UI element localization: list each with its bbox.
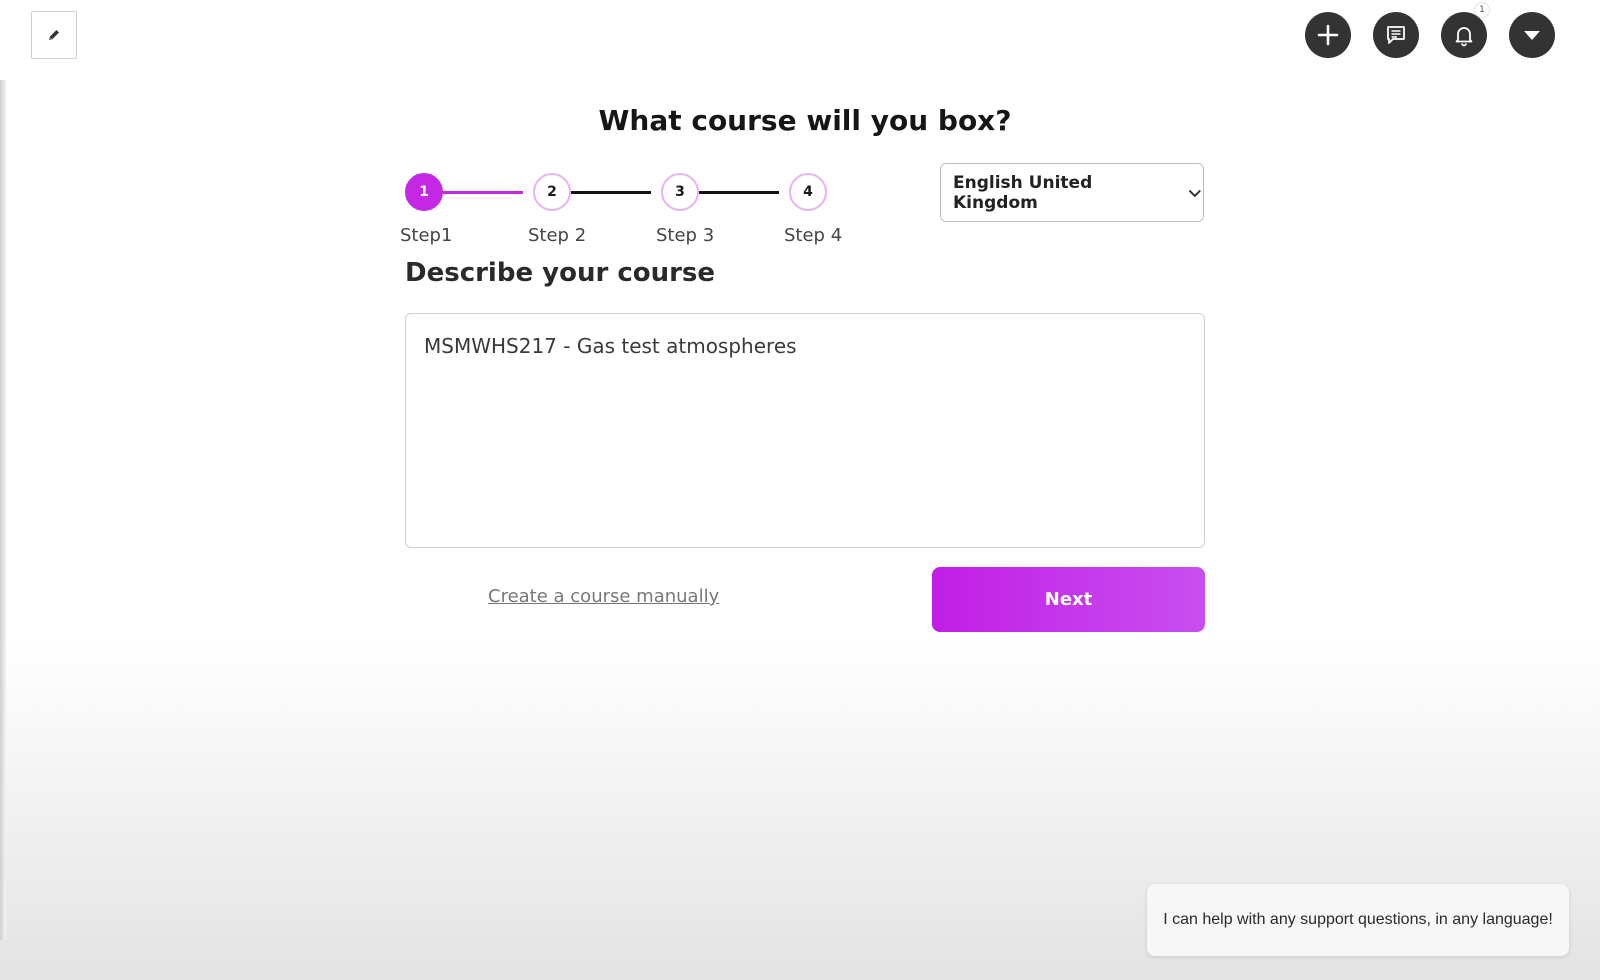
- support-message: I can help with any support questions, i…: [1163, 911, 1553, 928]
- section-title: Describe your course: [405, 258, 716, 288]
- chevron-down-icon: [1189, 189, 1202, 197]
- course-description-input[interactable]: MSMWHS217 - Gas test atmospheres: [405, 313, 1205, 548]
- support-chat-bubble[interactable]: I can help with any support questions, i…: [1147, 884, 1569, 956]
- step-3-number: 3: [675, 184, 685, 200]
- edit-button[interactable]: [31, 11, 77, 59]
- notification-badge: 1: [1474, 2, 1490, 18]
- top-actions: 1: [1305, 2, 1555, 58]
- step-2-indicator[interactable]: 2: [533, 173, 571, 211]
- step-connector-1: [443, 191, 523, 194]
- language-select[interactable]: English United Kingdom: [940, 163, 1204, 222]
- step-connector-2: [571, 191, 651, 194]
- next-button[interactable]: Next: [932, 567, 1205, 632]
- pencil-icon: [49, 30, 59, 40]
- step-1-number: 1: [419, 184, 429, 200]
- step-4-label: Step 4: [784, 225, 843, 246]
- language-selected-value: English United Kingdom: [953, 172, 1093, 213]
- notifications-button[interactable]: 1: [1441, 2, 1490, 58]
- step-1-indicator[interactable]: 1: [405, 173, 443, 211]
- step-2-label: Step 2: [528, 225, 587, 246]
- plus-icon: [1317, 24, 1339, 46]
- step-3-label: Step 3: [656, 225, 715, 246]
- step-4-number: 4: [803, 184, 813, 200]
- step-2-number: 2: [547, 184, 557, 200]
- left-edge-divider: [0, 80, 6, 940]
- step-3-indicator[interactable]: 3: [661, 173, 699, 211]
- bell-icon: [1455, 27, 1473, 47]
- create-course-manually-link[interactable]: Create a course manually: [488, 586, 719, 607]
- chat-icon: [1387, 26, 1405, 44]
- create-button[interactable]: [1305, 12, 1351, 58]
- caret-down-icon: [1524, 31, 1540, 40]
- step-connector-3: [699, 191, 779, 194]
- page-title: What course will you box?: [598, 104, 1012, 137]
- account-menu-button[interactable]: [1509, 12, 1555, 58]
- step-1-label: Step1: [400, 225, 453, 246]
- messages-button[interactable]: [1373, 12, 1419, 58]
- stepper: 1 2 3 4 Step1 Step 2 Step 3 Step 4: [400, 173, 845, 253]
- step-4-indicator[interactable]: 4: [789, 173, 827, 211]
